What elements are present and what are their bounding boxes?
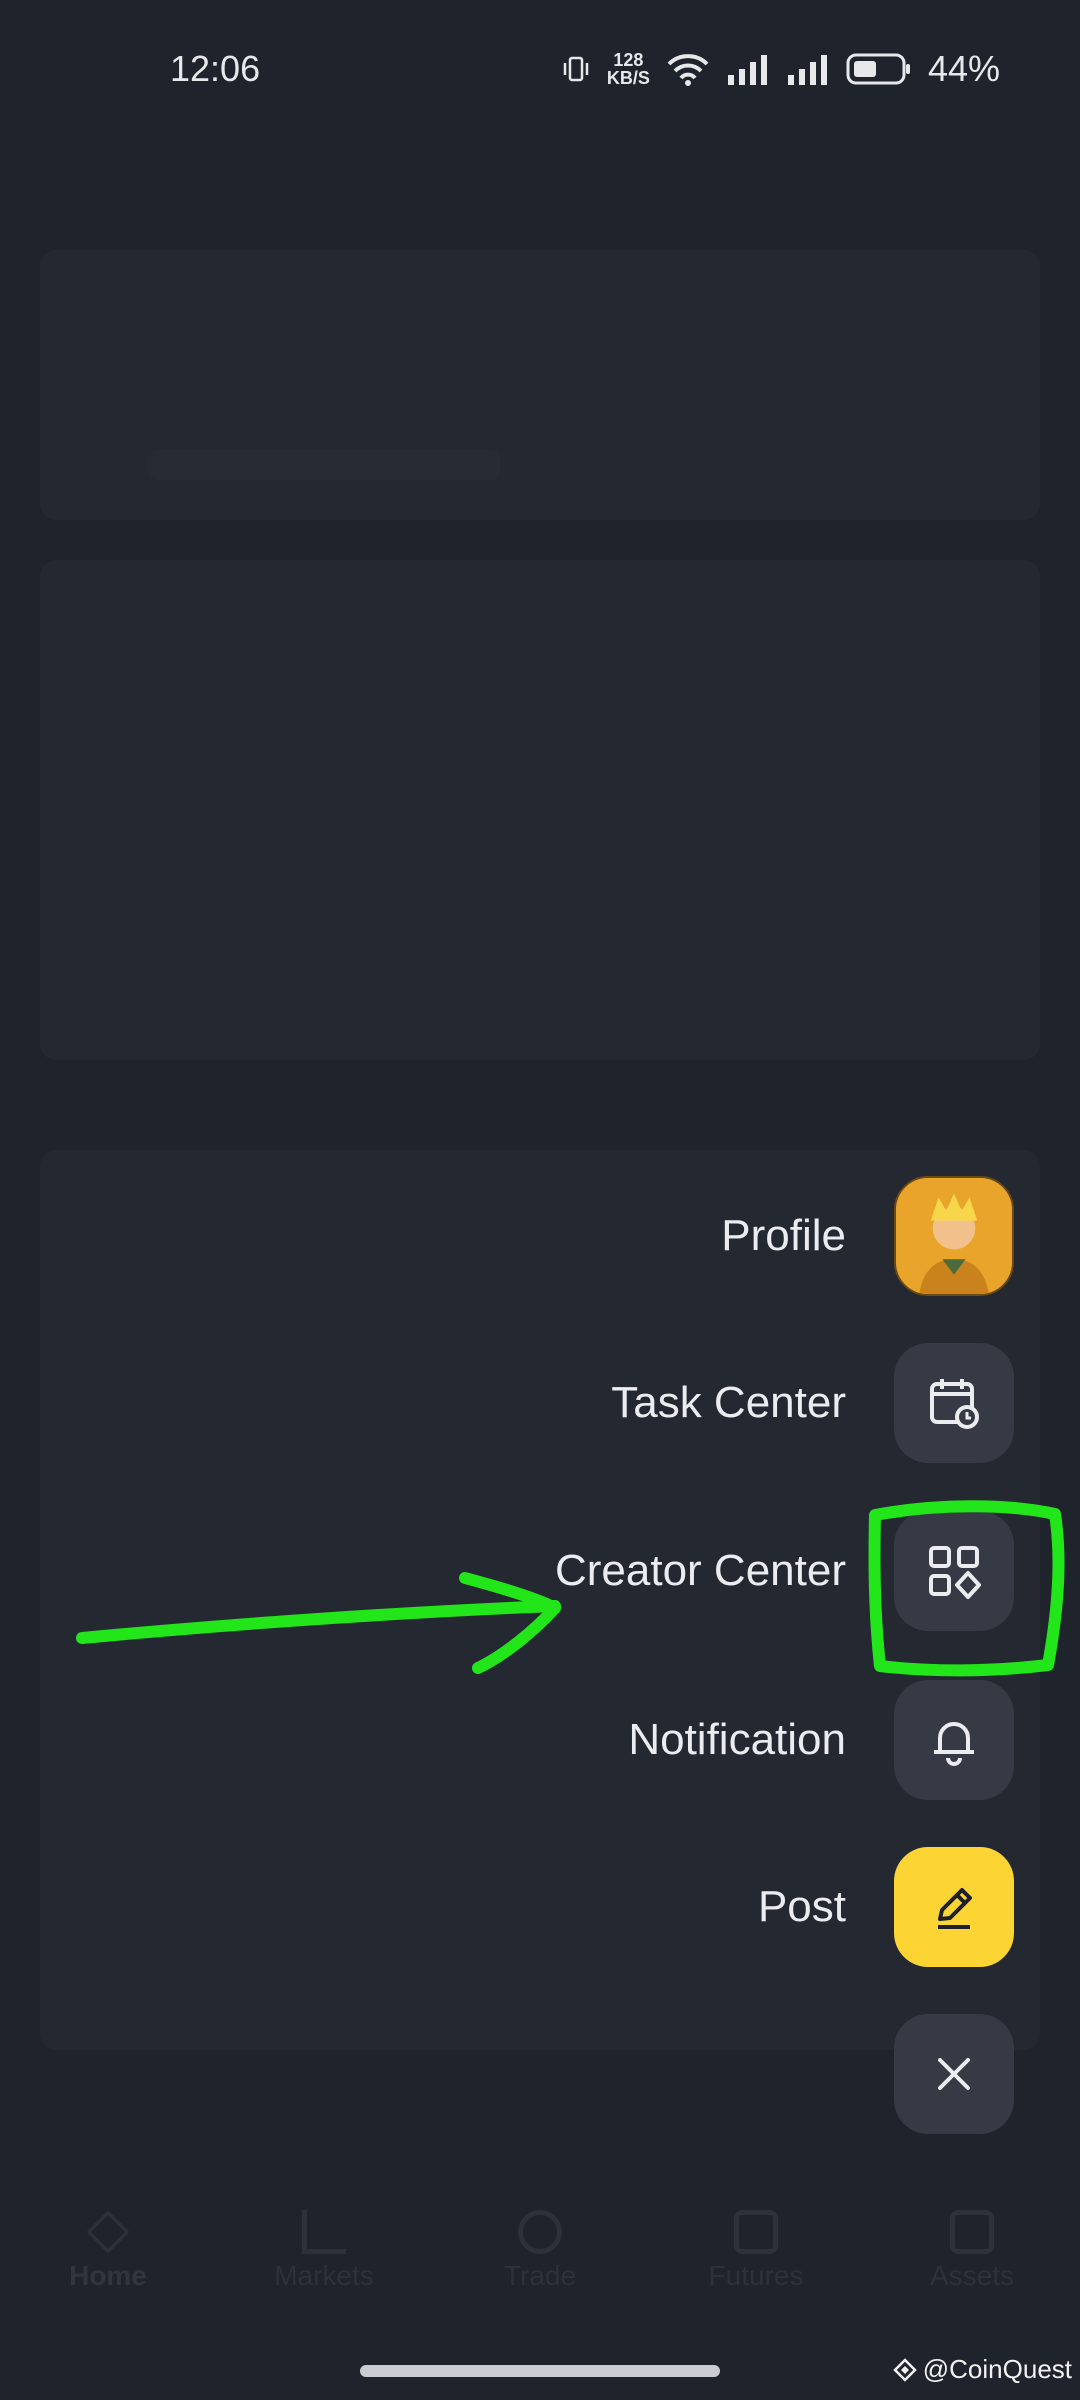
- nav-assets[interactable]: Assets: [864, 2210, 1080, 2340]
- home-icon: [86, 2210, 130, 2254]
- nav-trade[interactable]: Trade: [432, 2210, 648, 2340]
- nav-futures-label: Futures: [708, 2260, 804, 2291]
- bottom-nav: Home Markets Trade Futures Assets: [0, 2210, 1080, 2340]
- network-speed-unit: KB/S: [606, 68, 650, 88]
- nav-markets[interactable]: Markets: [216, 2210, 432, 2340]
- menu-item-creator-center[interactable]: Creator Center: [555, 1511, 1014, 1631]
- grid-apps-icon: [929, 1546, 981, 1599]
- menu-close-row[interactable]: [894, 2014, 1014, 2134]
- post-label: Post: [757, 1882, 846, 1931]
- nav-trade-label: Trade: [503, 2260, 577, 2291]
- home-indicator[interactable]: [360, 2365, 720, 2377]
- nav-assets-label: Assets: [929, 2260, 1015, 2291]
- profile-label: Profile: [721, 1211, 846, 1260]
- notification-label: Notification: [628, 1715, 846, 1764]
- signal-icon-2: [786, 53, 830, 85]
- battery-percent: 44%: [927, 48, 1000, 89]
- post-button[interactable]: [894, 1847, 1014, 1967]
- bell-icon: [934, 1722, 974, 1766]
- menu-item-notification[interactable]: Notification: [628, 1680, 1014, 1800]
- avatar[interactable]: [894, 1176, 1014, 1296]
- pencil-icon: [938, 1888, 972, 1929]
- nav-home[interactable]: Home: [0, 2210, 216, 2340]
- background-card: [40, 560, 1040, 1060]
- task-center-button[interactable]: [894, 1343, 1014, 1463]
- network-speed: 128 KB/S: [607, 51, 650, 87]
- menu-item-task-center[interactable]: Task Center: [611, 1343, 1014, 1463]
- wifi-icon: [666, 52, 710, 86]
- futures-document-icon: [734, 2210, 778, 2254]
- status-bar: 12:06 128 KB/S 44%: [0, 0, 1080, 140]
- signal-icon-1: [726, 53, 770, 85]
- menu-item-post[interactable]: Post: [758, 1847, 1014, 1967]
- task-center-label: Task Center: [611, 1378, 846, 1427]
- vibrate-icon: [561, 54, 591, 84]
- status-time: 12:06: [170, 48, 261, 89]
- trade-swap-icon: [518, 2210, 562, 2254]
- close-icon: [938, 2058, 970, 2090]
- close-menu-button[interactable]: [894, 2014, 1014, 2134]
- nav-home-label: Home: [69, 2260, 147, 2291]
- background-line: [150, 450, 500, 480]
- nav-futures[interactable]: Futures: [648, 2210, 864, 2340]
- menu-item-profile[interactable]: Profile: [721, 1176, 1014, 1296]
- markets-chart-icon: [302, 2210, 346, 2254]
- profile-avatar-icon: [896, 1178, 1012, 1294]
- watermark: @CoinQuest: [892, 2354, 1072, 2385]
- calendar-icon: [930, 1379, 979, 1429]
- network-speed-value: 128: [613, 50, 644, 70]
- notification-button[interactable]: [894, 1680, 1014, 1800]
- watermark-text: @CoinQuest: [922, 2354, 1072, 2384]
- battery-icon: [846, 52, 912, 86]
- nav-markets-label: Markets: [274, 2260, 374, 2291]
- assets-wallet-icon: [950, 2210, 994, 2254]
- creator-center-button[interactable]: [894, 1511, 1014, 1631]
- creator-center-label: Creator Center: [554, 1546, 846, 1595]
- coinquest-logo-icon: [892, 2357, 917, 2382]
- status-icons: 128 KB/S 44%: [561, 48, 1000, 90]
